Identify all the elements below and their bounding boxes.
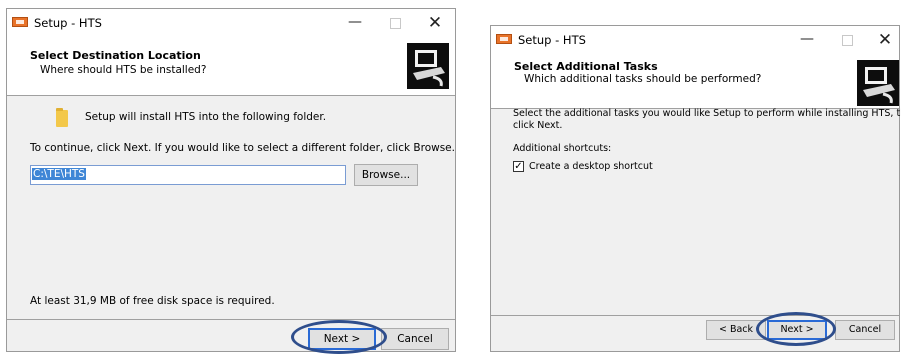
instruction-line-2: click Next.	[513, 120, 563, 131]
computer-setup-logo	[407, 43, 449, 89]
footer-divider	[7, 319, 455, 320]
checkmark-icon: ✓	[514, 161, 523, 172]
installer-icon	[496, 34, 512, 44]
setup-window-destination: Setup - HTS — ✕ Select Destination Locat…	[6, 8, 456, 354]
page-subtitle: Which additional tasks should be perform…	[524, 73, 762, 85]
page-title: Select Additional Tasks	[514, 60, 658, 73]
instruction-text: To continue, click Next. If you would li…	[30, 142, 455, 154]
next-button-highlight	[756, 312, 836, 346]
minimize-icon[interactable]: —	[339, 13, 371, 33]
maximize-icon	[379, 13, 411, 33]
title-bar[interactable]: Setup - HTS — ✕	[491, 26, 899, 54]
footer-divider	[491, 315, 899, 316]
title-bar[interactable]: Setup - HTS — ✕	[7, 9, 455, 37]
installer-icon	[12, 17, 28, 27]
destination-path-input[interactable]: C:\TE\HTS	[30, 165, 346, 185]
computer-setup-logo	[857, 60, 899, 106]
close-icon[interactable]: ✕	[869, 30, 901, 50]
desktop-shortcut-label[interactable]: Create a desktop shortcut	[529, 161, 653, 172]
minimize-icon[interactable]: —	[791, 30, 823, 50]
page-title: Select Destination Location	[30, 49, 201, 62]
destination-path-value: C:\TE\HTS	[32, 168, 86, 180]
shortcuts-label: Additional shortcuts:	[513, 143, 612, 154]
install-message: Setup will install HTS into the followin…	[85, 111, 327, 123]
cancel-button[interactable]: Cancel	[381, 328, 449, 350]
wizard-header: Select Additional Tasks Which additional…	[491, 54, 899, 109]
page-subtitle: Where should HTS be installed?	[40, 64, 207, 76]
disk-space-text: At least 31,9 MB of free disk space is r…	[30, 295, 275, 307]
browse-button[interactable]: Browse...	[354, 164, 418, 186]
window-title: Setup - HTS	[518, 33, 586, 47]
instruction-line-1: Select the additional tasks you would li…	[513, 108, 901, 119]
window-title: Setup - HTS	[34, 16, 102, 30]
desktop-shortcut-checkbox[interactable]: ✓	[513, 161, 524, 172]
next-button-highlight	[291, 320, 387, 354]
wizard-header: Select Destination Location Where should…	[7, 37, 455, 96]
cancel-button[interactable]: Cancel	[835, 320, 895, 340]
close-icon[interactable]: ✕	[419, 13, 451, 33]
setup-window-additional-tasks: Setup - HTS — ✕ Select Additional Tasks …	[490, 25, 901, 352]
folder-icon	[56, 108, 68, 127]
maximize-icon	[831, 30, 863, 50]
